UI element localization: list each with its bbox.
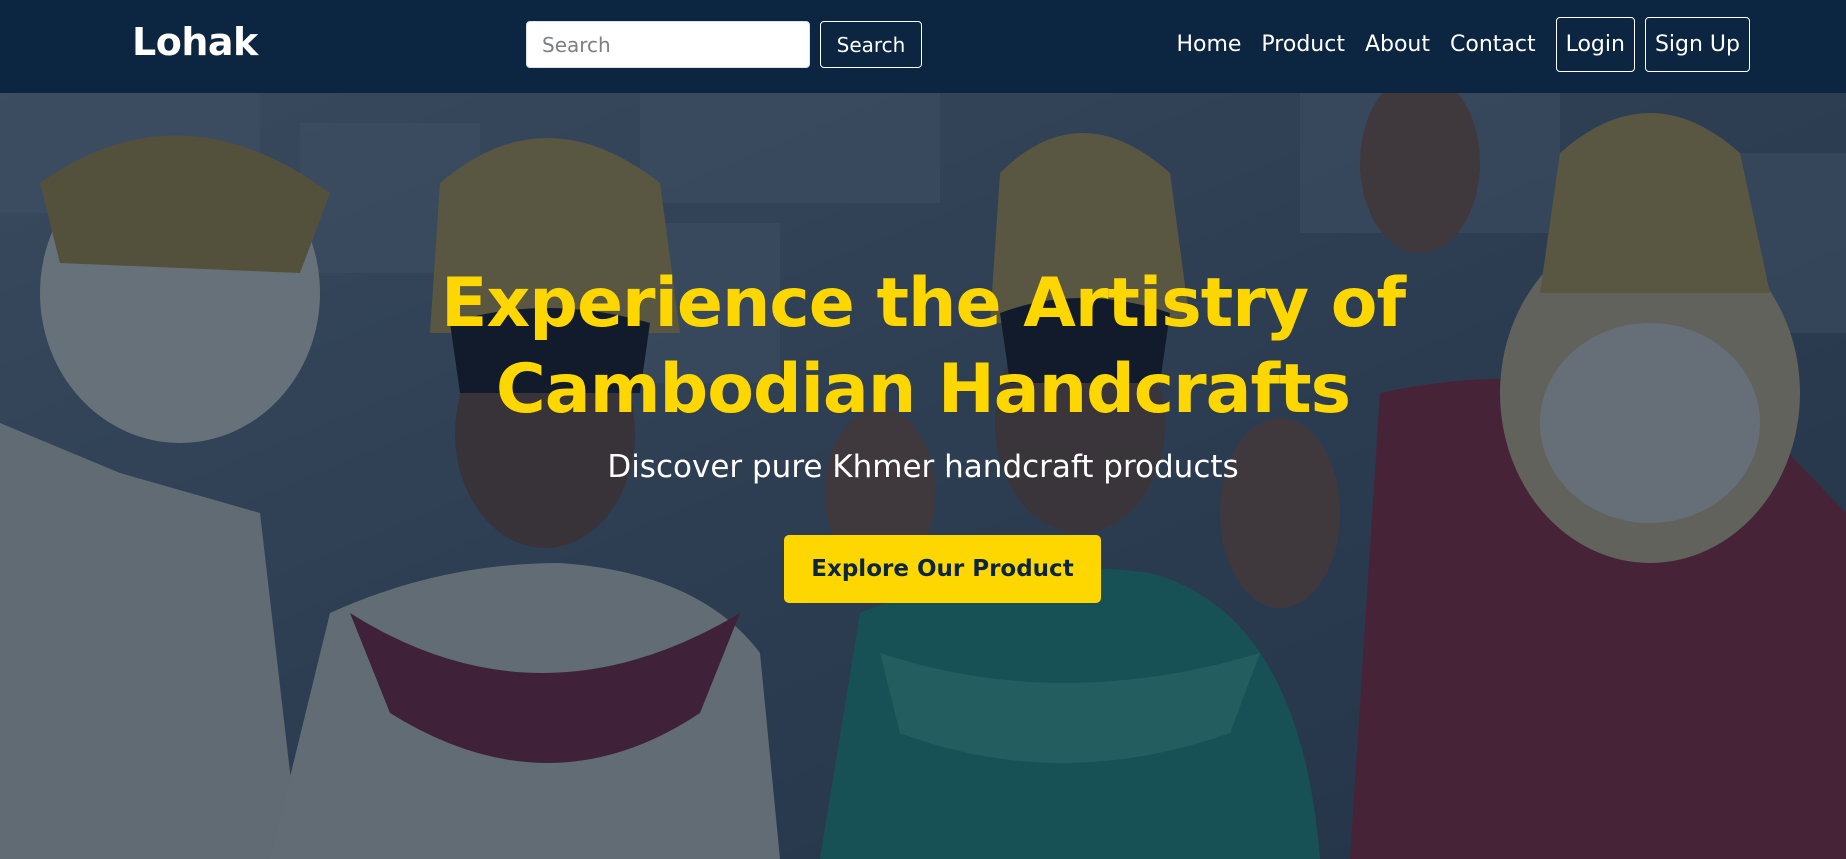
nav-link-product[interactable]: Product (1251, 17, 1355, 72)
login-button[interactable]: Login (1555, 17, 1635, 72)
top-navbar: Lohak Search Home Product About Contact … (0, 0, 1846, 93)
nav-link-home[interactable]: Home (1166, 17, 1251, 72)
nav-links: Home Product About Contact Login Sign Up (1166, 17, 1750, 72)
signup-button[interactable]: Sign Up (1644, 17, 1750, 72)
brand-logo[interactable]: Lohak (132, 20, 258, 64)
hero-section: Experience the Artistry of Cambodian Han… (0, 93, 1846, 859)
explore-product-button[interactable]: Explore Our Product (784, 535, 1101, 603)
hero-content: Experience the Artistry of Cambodian Han… (0, 93, 1846, 859)
search-button[interactable]: Search (820, 21, 922, 68)
search-form: Search (526, 21, 922, 68)
search-input[interactable] (526, 21, 810, 68)
hero-title: Experience the Artistry of Cambodian Han… (440, 264, 1406, 429)
nav-link-about[interactable]: About (1355, 17, 1440, 72)
hero-subtitle: Discover pure Khmer handcraft products (607, 449, 1239, 485)
nav-link-contact[interactable]: Contact (1440, 17, 1546, 72)
